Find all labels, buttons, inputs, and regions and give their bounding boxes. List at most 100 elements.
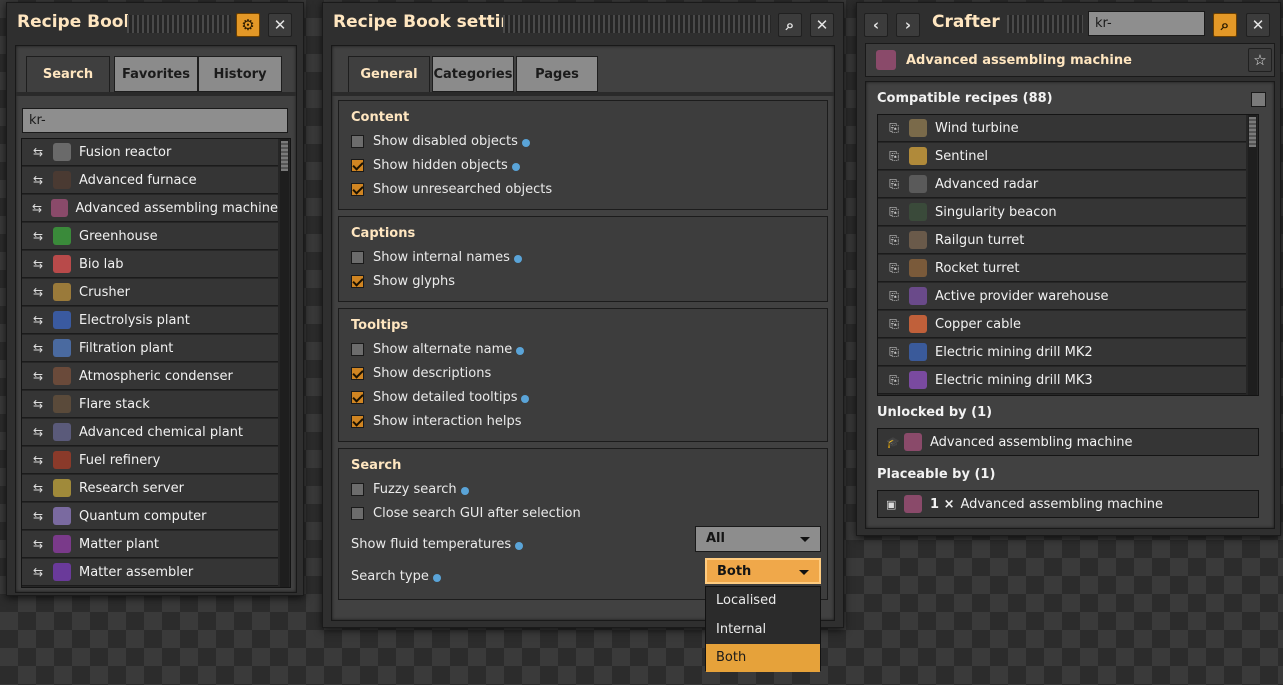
advanced-furnace-icon <box>53 171 71 189</box>
list-item[interactable]: ⇆ Bio lab <box>22 251 278 278</box>
scrollbar-thumb[interactable] <box>1249 117 1256 147</box>
list-item[interactable]: ⎘ Railgun turret <box>878 227 1246 254</box>
checkbox[interactable] <box>351 391 364 404</box>
list-item-label: Rocket turret <box>935 260 1020 276</box>
list-item[interactable]: ⎘ Active provider warehouse <box>878 283 1246 310</box>
list-item[interactable]: ⎘ Rocket turret <box>878 255 1246 282</box>
placeable-by-item[interactable]: ▣ 1 × Advanced assembling machine <box>877 490 1259 518</box>
settings-titlebar[interactable]: Recipe Book settings ⌕ ✕ <box>323 3 843 45</box>
checkbox-option[interactable]: Close search GUI after selection <box>351 506 581 521</box>
tab-search[interactable]: Search <box>26 56 110 92</box>
tab-general[interactable]: General <box>348 56 430 92</box>
list-item[interactable]: ⇆ Advanced chemical plant <box>22 419 278 446</box>
close-button[interactable]: ✕ <box>268 13 292 37</box>
advanced-radar-icon <box>909 175 927 193</box>
list-item[interactable]: ⇆ Flare stack <box>22 391 278 418</box>
list-item[interactable]: ⇆ Quantum computer <box>22 503 278 530</box>
checkbox[interactable] <box>351 367 364 380</box>
checkbox-option[interactable]: Show glyphs <box>351 274 455 289</box>
list-item[interactable]: ⇆ Crusher <box>22 279 278 306</box>
menu-item[interactable]: Localised <box>706 587 820 615</box>
mining-drill-mk3-icon <box>909 371 927 389</box>
list-item[interactable]: ⎘ Sentinel <box>878 143 1246 170</box>
tab-favorites[interactable]: Favorites <box>114 56 198 92</box>
drag-handle[interactable] <box>503 15 771 33</box>
list-item-label: Active provider warehouse <box>935 288 1109 304</box>
list-item[interactable]: ⇆ Advanced assembling machine <box>22 195 278 222</box>
list-item[interactable]: ⇆ Filtration plant <box>22 335 278 362</box>
list-item[interactable]: ⇆ Electrolysis plant <box>22 307 278 334</box>
checkbox-option[interactable]: Show disabled objects <box>351 134 530 149</box>
checkbox-option[interactable]: Fuzzy search <box>351 482 469 497</box>
settings-gear-button[interactable]: ⚙ <box>236 13 260 37</box>
list-item[interactable]: ⇆ Research server <box>22 475 278 502</box>
checkbox[interactable] <box>351 159 364 172</box>
drag-handle[interactable] <box>1007 15 1083 33</box>
menu-item[interactable]: Internal <box>706 616 820 644</box>
scrollbar[interactable] <box>1248 115 1257 395</box>
list-item[interactable]: ⇆ Atmospheric condenser <box>22 363 278 390</box>
checkbox-label: Show alternate name <box>373 342 513 357</box>
recipe-book-titlebar[interactable]: Recipe Book ⚙ ✕ <box>7 3 303 45</box>
recipe-book-results-list[interactable]: ⇆ Fusion reactor ⇆ Advanced furnace ⇆ Advance… <box>21 138 291 588</box>
compatible-recipes-list[interactable]: ⎘ Wind turbine ⎘ Sentinel ⎘ Advanced radar ⎘ Si… <box>877 114 1259 396</box>
crafter-titlebar[interactable]: ‹ › Crafter kr- ⌕ ✕ <box>857 3 1280 45</box>
drag-handle[interactable] <box>127 15 231 33</box>
checkbox[interactable] <box>351 135 364 148</box>
list-item[interactable]: ⎘ Electric mining drill MK3 <box>878 367 1246 394</box>
greenhouse-icon <box>53 227 71 245</box>
checkbox[interactable] <box>351 415 364 428</box>
list-item[interactable]: ⇆ Greenhouse <box>22 223 278 250</box>
checkbox-option[interactable]: Show hidden objects <box>351 158 520 173</box>
checkbox-option[interactable]: Show interaction helps <box>351 414 522 429</box>
crafter-search-input[interactable]: kr- <box>1088 11 1205 36</box>
compatible-toggle-checkbox[interactable] <box>1251 92 1266 107</box>
scrollbar[interactable] <box>280 139 289 587</box>
checkbox-label: Show interaction helps <box>373 414 522 429</box>
entity-type-icon: ⇆ <box>32 481 44 495</box>
list-item[interactable]: ⇆ Matter plant <box>22 531 278 558</box>
unlocked-by-item[interactable]: 🎓 Advanced assembling machine <box>877 428 1259 456</box>
tab-categories[interactable]: Categories <box>432 56 514 92</box>
entity-type-icon: ⇆ <box>32 509 44 523</box>
tab-history[interactable]: History <box>198 56 282 92</box>
checkbox-option[interactable]: Show alternate name <box>351 342 525 357</box>
list-item[interactable]: ⎘ Advanced radar <box>878 171 1246 198</box>
search-type-dropdown[interactable]: Both <box>705 558 821 584</box>
filtration-plant-icon <box>53 339 71 357</box>
close-button[interactable]: ✕ <box>1246 13 1270 37</box>
checkbox-option[interactable]: Show unresearched objects <box>351 182 552 197</box>
menu-item[interactable]: Both <box>706 644 820 672</box>
list-item[interactable]: ⎘ Singularity beacon <box>878 199 1246 226</box>
list-item[interactable]: ⇆ Matter assembler <box>22 559 278 586</box>
checkbox-option[interactable]: Show internal names <box>351 250 522 265</box>
list-item[interactable]: ⎘ Wind turbine <box>878 115 1246 142</box>
checkbox[interactable] <box>351 483 364 496</box>
chevron-down-icon <box>799 570 809 575</box>
search-button[interactable]: ⌕ <box>778 13 802 37</box>
list-item[interactable]: ⇆ Fusion reactor <box>22 139 278 166</box>
checkbox[interactable] <box>351 275 364 288</box>
graduation-cap-icon: 🎓 <box>886 435 900 449</box>
list-item[interactable]: ⎘ Electric mining drill MK2 <box>878 339 1246 366</box>
list-item[interactable]: ⇆ Advanced furnace <box>22 167 278 194</box>
list-item[interactable]: ⇆ Fuel refinery <box>22 447 278 474</box>
checkbox[interactable] <box>351 343 364 356</box>
scrollbar-thumb[interactable] <box>281 141 288 171</box>
forward-button[interactable]: › <box>896 13 920 37</box>
favorite-button[interactable]: ☆ <box>1248 48 1272 72</box>
list-item[interactable]: ⎘ Copper cable <box>878 311 1246 338</box>
tab-pages[interactable]: Pages <box>516 56 598 92</box>
fluid-temperatures-dropdown[interactable]: All <box>695 526 821 552</box>
close-button[interactable]: ✕ <box>810 13 834 37</box>
search-input[interactable]: kr- <box>22 108 288 133</box>
search-icon: ⌕ <box>785 16 795 34</box>
checkbox-option[interactable]: Show detailed tooltips <box>351 390 530 405</box>
checkbox[interactable] <box>351 183 364 196</box>
search-button[interactable]: ⌕ <box>1213 13 1237 37</box>
checkbox[interactable] <box>351 507 364 520</box>
checkbox[interactable] <box>351 251 364 264</box>
back-button[interactable]: ‹ <box>864 13 888 37</box>
checkbox-label: Show detailed tooltips <box>373 390 518 405</box>
checkbox-option[interactable]: Show descriptions <box>351 366 491 381</box>
